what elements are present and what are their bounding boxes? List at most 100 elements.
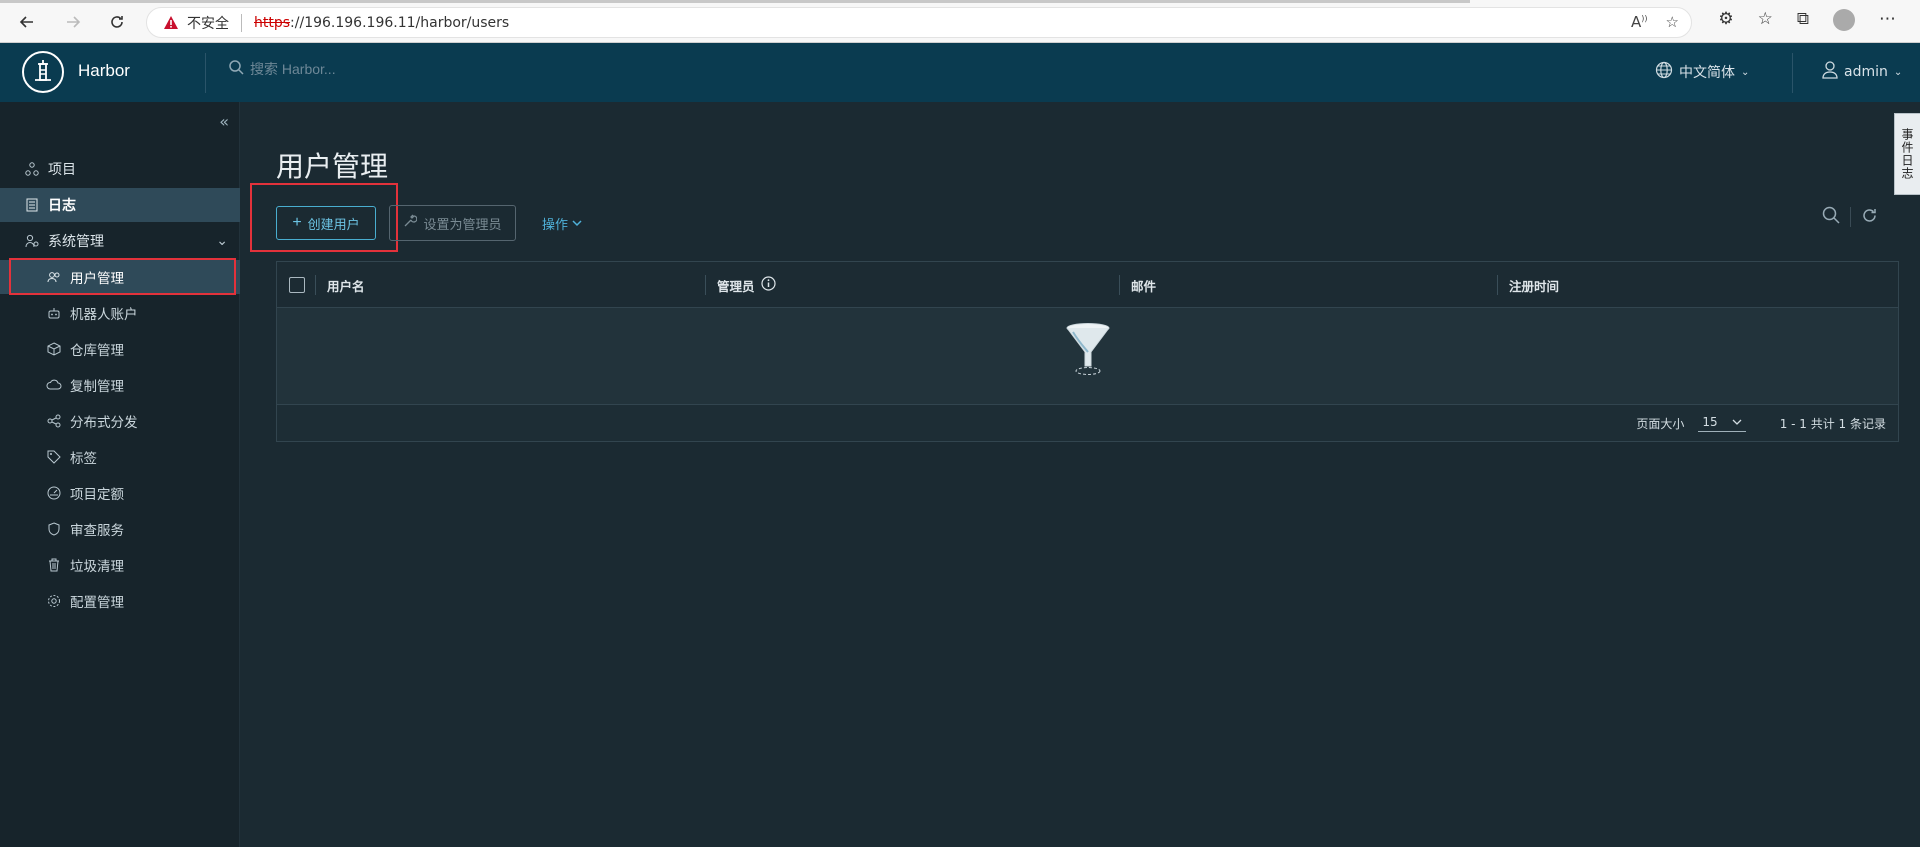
- harbor-logo[interactable]: [22, 51, 64, 93]
- sidebar-item-label: 仓库管理: [70, 343, 124, 359]
- pagination-summary: 1 - 1 共计 1 条记录: [1779, 417, 1886, 431]
- table-footer: 页面大小 15 1 - 1 共计 1 条记录: [277, 405, 1898, 442]
- sidebar-item-logs[interactable]: 日志: [0, 188, 240, 222]
- profile-avatar[interactable]: [1833, 9, 1855, 31]
- select-all-checkbox[interactable]: [289, 277, 305, 293]
- read-aloud-icon[interactable]: A)): [1631, 13, 1648, 31]
- event-log-tab[interactable]: 事件日志: [1894, 113, 1920, 195]
- refresh-icon[interactable]: [1861, 207, 1878, 228]
- search-icon[interactable]: [1822, 206, 1840, 228]
- quota-icon: [46, 485, 62, 501]
- globe-icon: [1655, 61, 1673, 83]
- sidebar-item-label: 分布式分发: [70, 415, 138, 431]
- collapse-sidebar-icon[interactable]: «: [219, 112, 229, 131]
- sidebar-item-registries[interactable]: 仓库管理: [0, 332, 240, 366]
- sidebar-item-label: 标签: [70, 451, 97, 467]
- info-icon[interactable]: [760, 276, 776, 294]
- gear-icon: [46, 593, 62, 609]
- page-title: 用户管理: [276, 150, 389, 183]
- column-label: 注册时间: [1509, 278, 1560, 294]
- sidebar: « 项目 日志 系统管理 ⌄ 用户管理 机器人账户 仓库管理 复制管理 分布式分…: [0, 102, 240, 847]
- plus-icon: +: [292, 214, 302, 231]
- wrench-icon: [403, 214, 418, 232]
- language-selector[interactable]: 中文简体 ⌄: [1655, 61, 1749, 83]
- global-search[interactable]: [228, 59, 510, 79]
- search-input[interactable]: [250, 61, 510, 77]
- logs-icon: [24, 197, 40, 213]
- url-divider: [241, 13, 242, 32]
- more-menu-icon[interactable]: ⋯: [1879, 9, 1896, 31]
- sidebar-item-robot-accounts[interactable]: 机器人账户: [0, 296, 240, 330]
- sidebar-item-garbage-collection[interactable]: 垃圾清理: [0, 548, 240, 582]
- user-menu[interactable]: admin ⌄: [1822, 61, 1902, 83]
- sidebar-item-label: 审查服务: [70, 523, 124, 539]
- table-header: 用户名 管理员 邮件 注册时间: [277, 262, 1898, 308]
- column-divider: [705, 275, 706, 295]
- sidebar-item-label: 日志: [48, 198, 76, 214]
- column-label: 管理员: [717, 278, 755, 294]
- chevron-down-icon: [1732, 415, 1742, 429]
- favorites-icon[interactable]: ☆: [1758, 9, 1773, 31]
- users-table: 用户名 管理员 邮件 注册时间 页面大小 15 1 - 1 共计 1 条记录: [276, 261, 1899, 442]
- column-header-admin[interactable]: 管理员: [707, 262, 776, 308]
- column-divider: [315, 275, 316, 295]
- insecure-label: 不安全: [187, 15, 229, 32]
- sidebar-item-distributions[interactable]: 分布式分发: [0, 404, 240, 438]
- browser-tools: ⚙ ☆ ⧉ ⋯: [1718, 9, 1920, 31]
- sidebar-item-label: 机器人账户: [70, 307, 138, 323]
- tag-icon: [46, 449, 62, 465]
- column-header-email[interactable]: 邮件: [1121, 262, 1156, 308]
- column-header-username[interactable]: 用户名: [317, 262, 365, 308]
- registry-icon: [46, 341, 62, 357]
- replication-icon: [46, 377, 62, 393]
- sidebar-item-projects[interactable]: 项目: [0, 152, 240, 186]
- column-label: 邮件: [1131, 278, 1157, 294]
- sidebar-item-configuration[interactable]: 配置管理: [0, 584, 240, 618]
- toolbar-divider: [1850, 207, 1851, 227]
- sidebar-item-label: 复制管理: [70, 379, 124, 395]
- page-size-label: 页面大小: [1636, 417, 1685, 431]
- language-label: 中文简体: [1679, 65, 1735, 81]
- sidebar-item-administration[interactable]: 系统管理 ⌄: [0, 224, 240, 258]
- browser-tab-strip: [0, 0, 1470, 3]
- page-size-value: 15: [1702, 415, 1718, 429]
- sidebar-item-replications[interactable]: 复制管理: [0, 368, 240, 402]
- forward-icon[interactable]: [60, 9, 86, 35]
- sidebar-item-label: 系统管理: [48, 234, 104, 250]
- address-bar-actions: A)) ☆: [1631, 13, 1679, 31]
- sidebar-item-label: 项目定额: [70, 487, 124, 503]
- chevron-down-icon: [572, 216, 582, 231]
- browser-toolbar: 不安全 https://196.196.196.11/harbor/users …: [0, 0, 1920, 43]
- set-as-admin-button[interactable]: 设置为管理员: [389, 205, 516, 241]
- highlight-box: [9, 258, 236, 295]
- actions-dropdown[interactable]: 操作: [542, 214, 582, 233]
- url-scheme: https: [254, 14, 291, 31]
- back-icon[interactable]: [14, 9, 40, 35]
- chevron-down-icon: ⌄: [216, 233, 228, 249]
- sidebar-item-labels[interactable]: 标签: [0, 440, 240, 474]
- table-tools: [1822, 206, 1878, 228]
- actions-label: 操作: [542, 218, 569, 233]
- create-user-button[interactable]: + 创建用户: [276, 206, 376, 240]
- chevron-down-icon: ⌄: [1741, 66, 1750, 78]
- extensions-icon[interactable]: ⚙: [1718, 9, 1733, 31]
- shield-icon: [46, 521, 62, 537]
- collections-icon[interactable]: ⧉: [1797, 9, 1809, 31]
- sidebar-item-interrogation-services[interactable]: 审查服务: [0, 512, 240, 546]
- chevron-down-icon: ⌄: [1893, 66, 1903, 78]
- reload-icon[interactable]: [104, 9, 130, 35]
- favorite-star-icon[interactable]: ☆: [1666, 13, 1679, 31]
- column-header-registered-time[interactable]: 注册时间: [1499, 262, 1559, 308]
- brand-name[interactable]: Harbor: [78, 61, 130, 81]
- sidebar-item-label: 项目: [48, 162, 76, 178]
- column-label: 用户名: [327, 278, 365, 294]
- projects-icon: [24, 161, 40, 177]
- header-divider: [205, 53, 206, 93]
- page-size-select[interactable]: 15: [1698, 415, 1746, 432]
- column-divider: [1497, 275, 1498, 295]
- sidebar-item-project-quotas[interactable]: 项目定额: [0, 476, 240, 510]
- username: admin: [1844, 64, 1888, 80]
- empty-filter-icon: [1065, 322, 1111, 382]
- url-path: ://196.196.196.11/harbor/users: [290, 14, 510, 31]
- address-bar[interactable]: 不安全 https://196.196.196.11/harbor/users …: [146, 7, 1692, 38]
